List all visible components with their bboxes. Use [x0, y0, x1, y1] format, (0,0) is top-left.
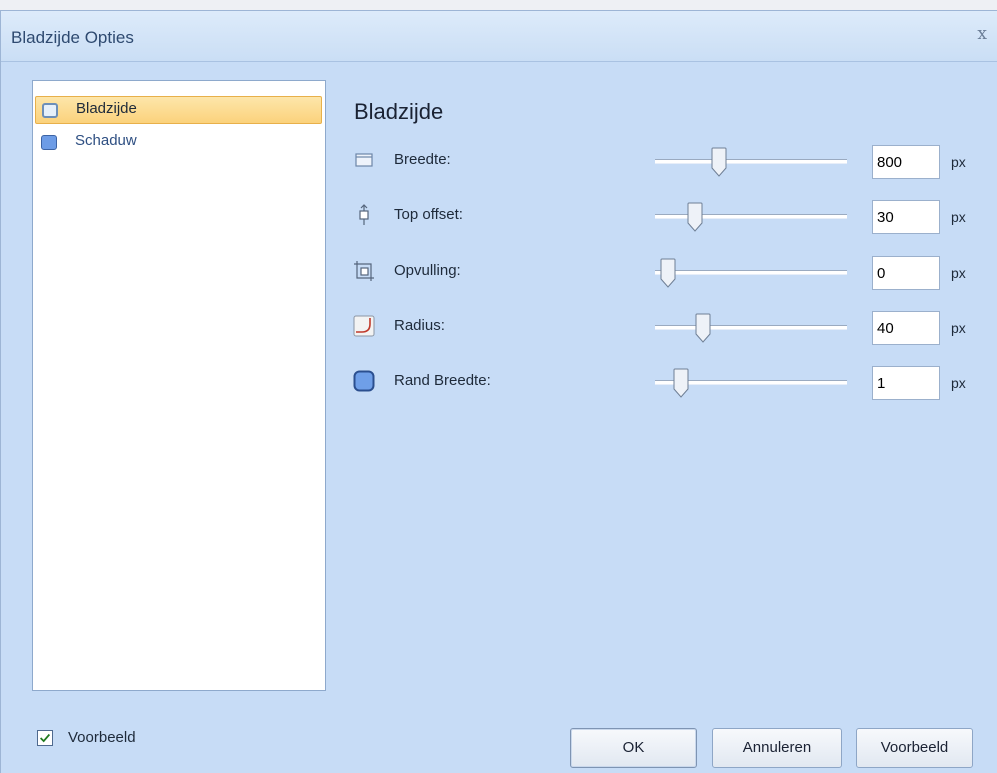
ok-button[interactable]: OK [570, 728, 697, 768]
slider-thumb[interactable] [660, 258, 676, 288]
close-icon[interactable]: x [977, 24, 987, 44]
cancel-button[interactable]: Annuleren [712, 728, 842, 768]
slider-track [655, 270, 847, 275]
page-icon [42, 103, 58, 118]
slider-track [655, 159, 847, 164]
setting-row-breedte: Breedte: px [353, 143, 983, 179]
setting-label: Breedte: [394, 151, 451, 168]
slider-thumb[interactable] [687, 202, 703, 232]
nav-item-bladzijde[interactable]: Bladzijde [35, 96, 322, 124]
breedte-input[interactable] [872, 145, 940, 179]
title-bar: Bladzijde Opties x [1, 11, 997, 62]
breedte-slider[interactable] [655, 147, 847, 177]
setting-label: Rand Breedte: [394, 372, 491, 389]
unit-label: px [951, 320, 966, 336]
category-list: Bladzijde Schaduw [32, 80, 326, 691]
opvulling-input[interactable] [872, 256, 940, 290]
nav-item-schaduw[interactable]: Schaduw [35, 129, 322, 157]
dialog-title: Bladzijde Opties [11, 28, 134, 47]
checkmark-icon [40, 733, 51, 743]
unit-label: px [951, 265, 966, 281]
unit-label: px [951, 375, 966, 391]
dialog-window: Bladzijde Opties x Bladzijde Schaduw Bla… [0, 10, 997, 773]
slider-track [655, 214, 847, 219]
slider-thumb[interactable] [711, 147, 727, 177]
unit-label: px [951, 209, 966, 225]
setting-row-opvulling: Opvulling: px [353, 254, 983, 290]
nav-item-label: Bladzijde [76, 100, 137, 117]
setting-label: Radius: [394, 317, 445, 334]
top-offset-icon [359, 204, 369, 225]
slider-track [655, 325, 847, 330]
setting-label: Opvulling: [394, 262, 461, 279]
shadow-icon [41, 135, 57, 150]
radius-input[interactable] [872, 311, 940, 345]
slider-thumb[interactable] [695, 313, 711, 343]
rand-breedte-slider[interactable] [655, 368, 847, 398]
preview-button[interactable]: Voorbeeld [856, 728, 973, 768]
section-title: Bladzijde [354, 99, 444, 124]
top-offset-slider[interactable] [655, 202, 847, 232]
border-width-icon [353, 370, 375, 392]
top-offset-input[interactable] [872, 200, 940, 234]
rand-breedte-input[interactable] [872, 366, 940, 400]
setting-label: Top offset: [394, 206, 463, 223]
opvulling-slider[interactable] [655, 258, 847, 288]
setting-row-rand-breedte: Rand Breedte: px [353, 364, 983, 400]
nav-item-label: Schaduw [75, 132, 137, 149]
padding-icon [354, 261, 374, 281]
width-icon [355, 153, 373, 167]
slider-thumb[interactable] [673, 368, 689, 398]
preview-checkbox-label: Voorbeeld [68, 729, 136, 746]
checkbox-box[interactable] [37, 730, 53, 746]
setting-row-top-offset: Top offset: px [353, 198, 983, 234]
setting-row-radius: Radius: px [353, 309, 983, 345]
unit-label: px [951, 154, 966, 170]
radius-icon [353, 315, 375, 337]
radius-slider[interactable] [655, 313, 847, 343]
